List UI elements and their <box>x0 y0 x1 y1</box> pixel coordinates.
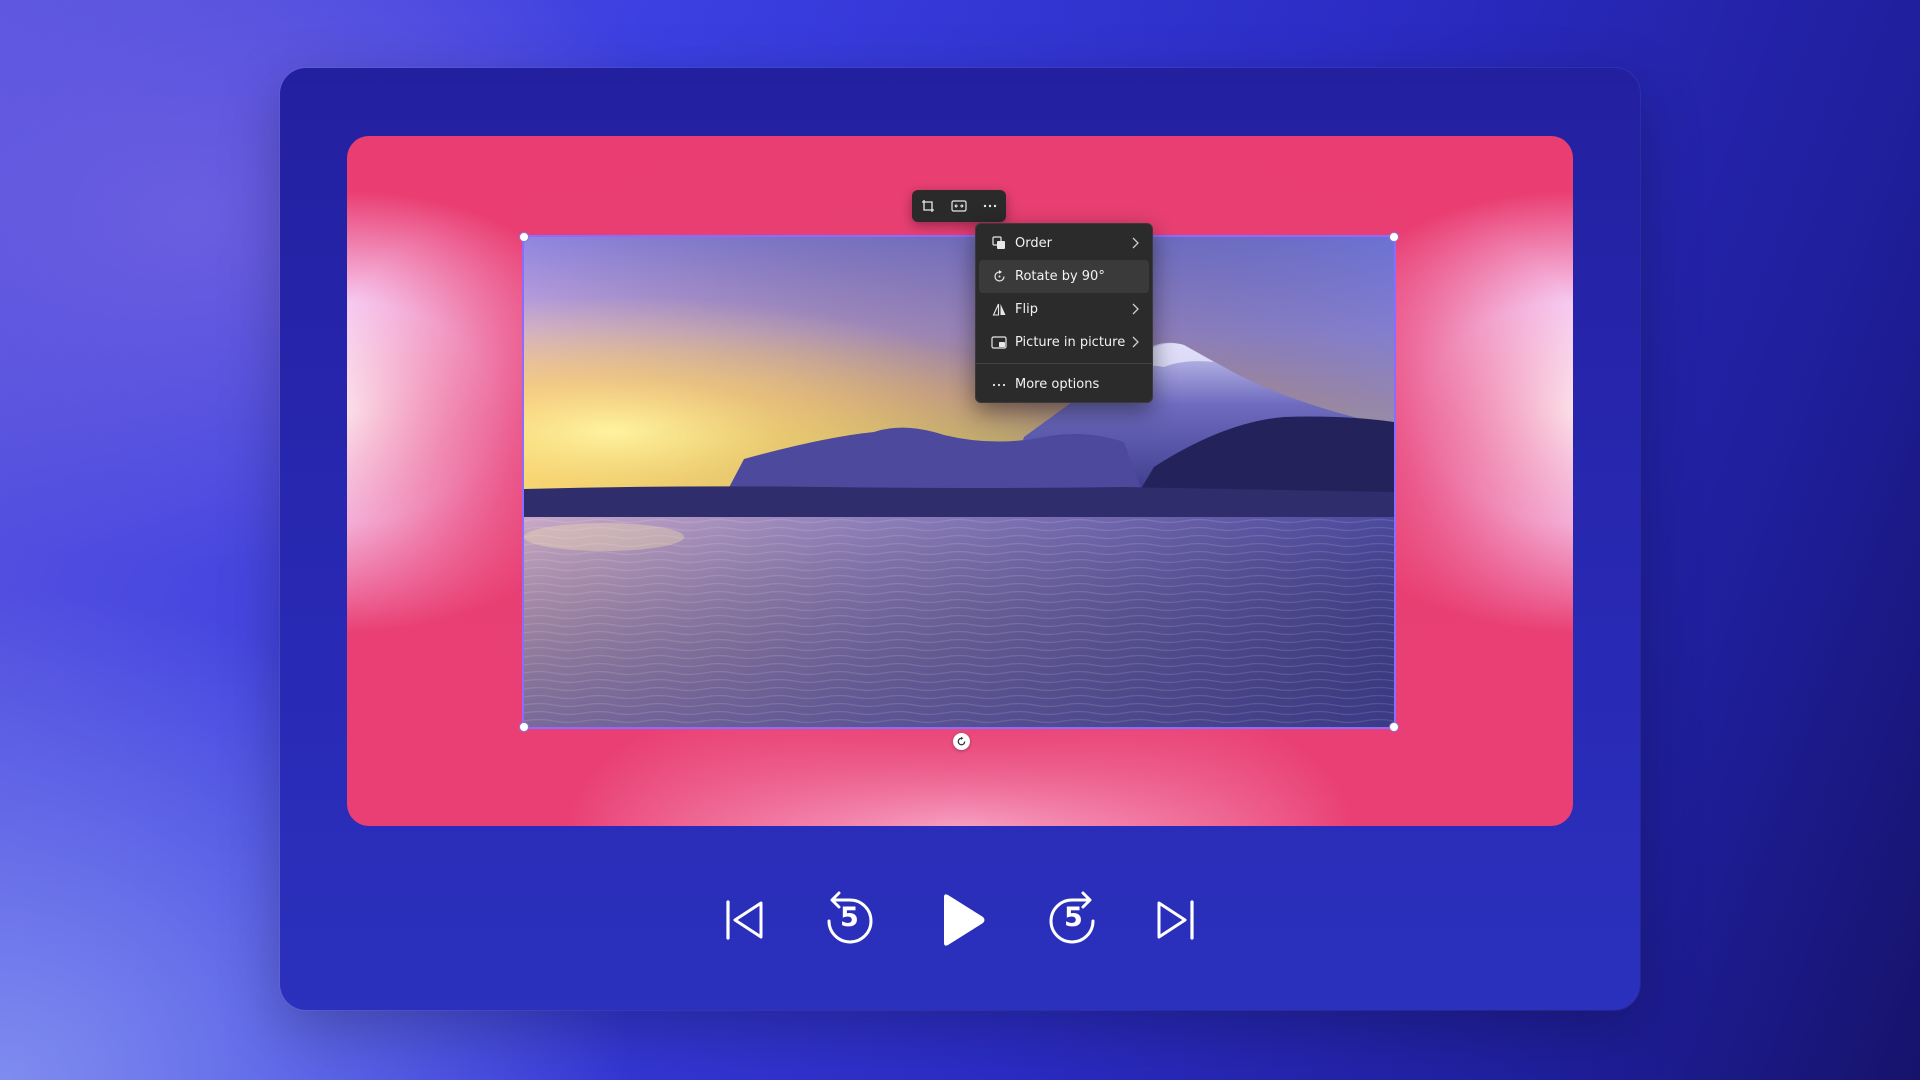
fit-icon <box>951 200 967 212</box>
skip-to-start-button[interactable] <box>720 880 770 960</box>
rotate-handle-icon <box>957 736 966 746</box>
menu-item-label: Order <box>1015 236 1052 251</box>
resize-handle-bottom-right[interactable] <box>1389 722 1399 732</box>
chevron-right-icon <box>1132 303 1139 315</box>
play-button[interactable] <box>932 880 992 960</box>
more-button[interactable] <box>978 194 1002 218</box>
chevron-right-icon <box>1132 237 1139 249</box>
fit-button[interactable] <box>947 194 971 218</box>
menu-item-order[interactable]: Order <box>979 227 1149 260</box>
skip-to-end-button[interactable] <box>1150 880 1200 960</box>
crop-icon <box>921 200 934 212</box>
floating-toolbar <box>912 190 1006 222</box>
menu-item-label: More options <box>1015 377 1100 392</box>
menu-item-rotate[interactable]: Rotate by 90° <box>979 260 1149 293</box>
picture-in-picture-icon <box>991 335 1007 351</box>
mountain-lake-photo <box>524 237 1394 727</box>
forward-seconds-label: 5 <box>1064 902 1083 933</box>
skip-to-end-icon <box>1157 900 1194 940</box>
chevron-right-icon <box>1132 336 1139 348</box>
order-icon <box>991 236 1007 252</box>
resize-handle-bottom-left[interactable] <box>519 722 529 732</box>
playback-controls: 5 5 <box>720 880 1200 960</box>
rotate-icon <box>991 269 1007 285</box>
menu-item-flip[interactable]: Flip <box>979 293 1149 326</box>
menu-item-label: Rotate by 90° <box>1015 269 1105 284</box>
rotate-handle[interactable] <box>953 733 970 750</box>
menu-divider <box>976 363 1152 364</box>
play-icon <box>944 894 985 946</box>
rewind-seconds-label: 5 <box>840 902 859 933</box>
selected-image[interactable] <box>522 235 1396 729</box>
skip-to-start-icon <box>726 900 763 940</box>
context-menu: Order Rotate by 90° Flip Picture in pict… <box>975 223 1153 403</box>
menu-item-label: Picture in picture <box>1015 335 1126 350</box>
more-horizontal-icon <box>991 377 1007 393</box>
menu-item-picture-in-picture[interactable]: Picture in picture <box>979 326 1149 359</box>
forward-5-button[interactable]: 5 <box>1042 880 1102 960</box>
menu-item-label: Flip <box>1015 302 1038 317</box>
crop-button[interactable] <box>916 194 940 218</box>
menu-item-more-options[interactable]: More options <box>979 368 1149 401</box>
more-icon <box>984 204 997 208</box>
resize-handle-top-left[interactable] <box>519 232 529 242</box>
resize-handle-top-right[interactable] <box>1389 232 1399 242</box>
flip-icon <box>991 302 1007 318</box>
rewind-5-button[interactable]: 5 <box>820 880 880 960</box>
